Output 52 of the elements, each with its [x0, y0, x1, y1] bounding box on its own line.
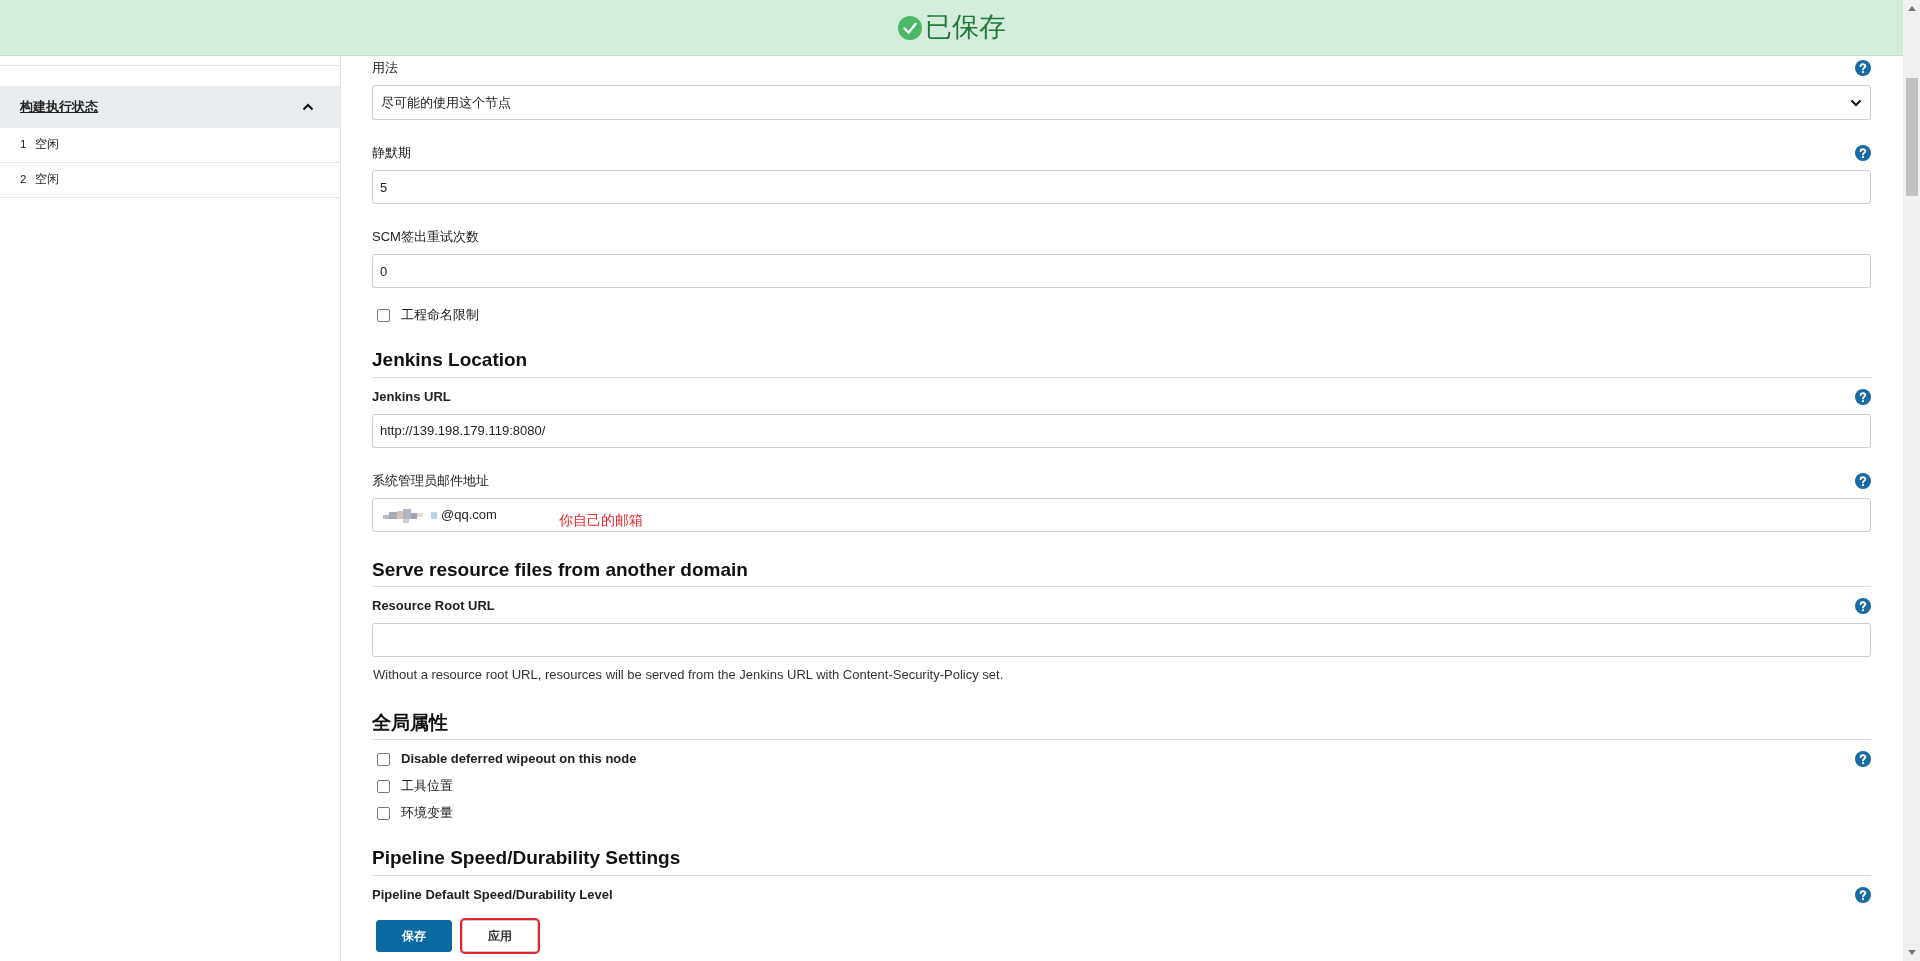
scrollbar[interactable]	[1903, 0, 1920, 961]
apply-button[interactable]: 应用	[462, 920, 538, 952]
field-label: Pipeline Default Speed/Durability Level	[372, 885, 613, 904]
checkbox[interactable]	[377, 806, 390, 820]
field-label: 系统管理员邮件地址	[372, 471, 489, 490]
executor-status: 空闲	[35, 172, 60, 188]
usage-select[interactable]: 尽可能的使用这个节点	[372, 85, 1871, 120]
annotation-note: 你自己的邮箱	[559, 510, 643, 530]
checkbox-label: 环境变量	[401, 804, 453, 823]
sidebar-section-header[interactable]: 构建执行状态	[0, 86, 340, 128]
field-label: 静默期	[372, 144, 411, 163]
help-icon[interactable]	[1855, 60, 1871, 76]
section-title[interactable]: 构建执行状态	[20, 97, 98, 117]
checkbox-label: Disable deferred wipeout on this node	[401, 750, 637, 769]
text-field[interactable]: http://139.198.179.119:8080/	[372, 413, 1871, 448]
field-label: Jenkins URL	[372, 387, 451, 406]
field-label: 用法	[372, 59, 398, 78]
text-field[interactable]: 0	[372, 254, 1871, 288]
checkbox[interactable]	[377, 308, 390, 322]
field-label: SCM签出重试次数	[372, 228, 479, 247]
checkbox-label: 工具位置	[401, 777, 453, 796]
checkbox[interactable]	[377, 752, 390, 766]
help-icon[interactable]	[1855, 598, 1871, 614]
scrollbar-thumb[interactable]	[1905, 78, 1918, 196]
help-icon[interactable]	[1855, 472, 1871, 489]
section-heading: 全局属性	[372, 710, 449, 735]
section-heading: Pipeline Speed/Durability Settings	[372, 846, 682, 870]
scroll-up-arrow-icon[interactable]	[1907, 6, 1916, 11]
chevron-down-icon	[1850, 98, 1862, 107]
email-field[interactable]: @qq.com 你自己的邮箱	[372, 497, 1871, 532]
save-button[interactable]: 保存	[376, 920, 452, 952]
help-icon[interactable]	[1855, 388, 1871, 405]
scroll-down-arrow-icon[interactable]	[1907, 950, 1916, 955]
executor-number: 1	[20, 137, 27, 153]
redaction-drawing	[383, 506, 439, 523]
section-heading: Jenkins Location	[372, 348, 529, 372]
checkbox-label: 工程命名限制	[401, 306, 479, 325]
help-icon[interactable]	[1855, 145, 1871, 161]
help-icon[interactable]	[1855, 886, 1871, 903]
field-label: Resource Root URL	[372, 597, 495, 616]
executor-number: 2	[20, 172, 27, 188]
banner-text: 已保存	[924, 11, 1006, 45]
executor-status: 空闲	[35, 137, 60, 153]
chevron-up-icon[interactable]	[302, 103, 314, 111]
section-heading: Serve resource files from another domain	[372, 557, 749, 582]
checkbox[interactable]	[377, 779, 390, 793]
text-field[interactable]: 5	[372, 170, 1871, 204]
field-description: Without a resource root URL, resources will be served from the Jenkins URL with Content-Security-Policy set.	[373, 666, 1005, 684]
help-icon[interactable]	[1855, 751, 1871, 767]
text-field[interactable]	[372, 623, 1871, 657]
email-value: @qq.com	[441, 505, 497, 524]
check-circle-icon	[897, 15, 922, 40]
